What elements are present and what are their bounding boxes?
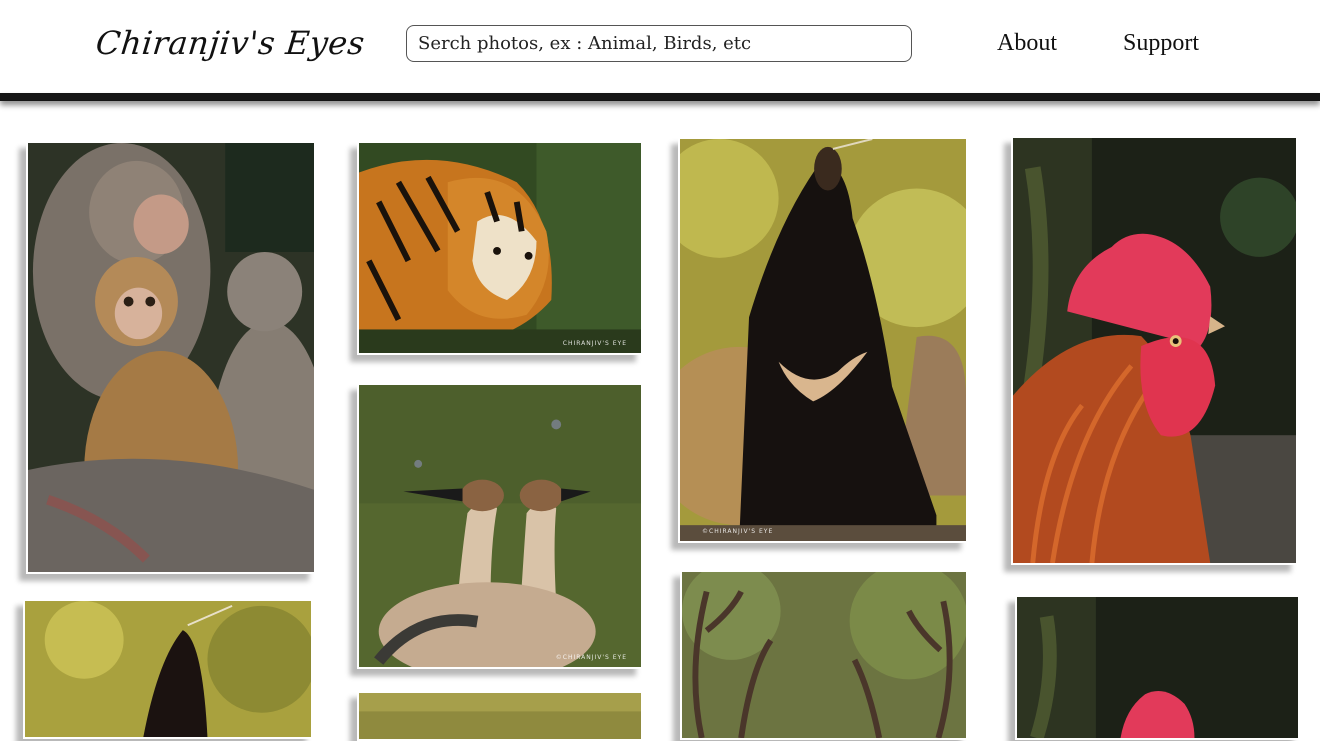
header-divider (0, 93, 1320, 101)
photo-col2-bottom[interactable] (357, 691, 643, 741)
photo-rooster-small[interactable] (1015, 595, 1300, 740)
bear-small-image (25, 601, 311, 737)
photo-deer[interactable] (680, 570, 968, 740)
photo-bear[interactable]: ©CHIRANJIV'S EYE (678, 137, 968, 543)
photo-rooster[interactable] (1011, 136, 1298, 565)
search-input[interactable] (406, 25, 912, 62)
photo-bear-small[interactable] (23, 599, 313, 739)
monkeys-image (28, 143, 314, 572)
tiger-image (359, 143, 641, 353)
nav-about-link[interactable]: About (997, 30, 1057, 57)
geese-image (359, 385, 641, 667)
col2-bottom-image (359, 693, 641, 739)
photo-geese[interactable]: ©CHIRANJIV'S EYE (357, 383, 643, 669)
bear-watermark: ©CHIRANJIV'S EYE (702, 528, 774, 535)
rooster-small-image (1017, 597, 1298, 738)
bear-image (680, 139, 966, 541)
geese-watermark: ©CHIRANJIV'S EYE (555, 654, 627, 661)
site-logo[interactable]: Chiranjiv's Eyes (94, 24, 367, 62)
tiger-watermark: CHIRANJIV'S EYE (562, 340, 627, 347)
rooster-image (1013, 138, 1296, 563)
nav-support-link[interactable]: Support (1123, 30, 1199, 57)
photo-monkeys[interactable] (26, 141, 316, 574)
photo-tiger[interactable]: CHIRANJIV'S EYE (357, 141, 643, 355)
site-header: Chiranjiv's Eyes About Support (0, 0, 1320, 93)
deer-image (682, 572, 966, 738)
